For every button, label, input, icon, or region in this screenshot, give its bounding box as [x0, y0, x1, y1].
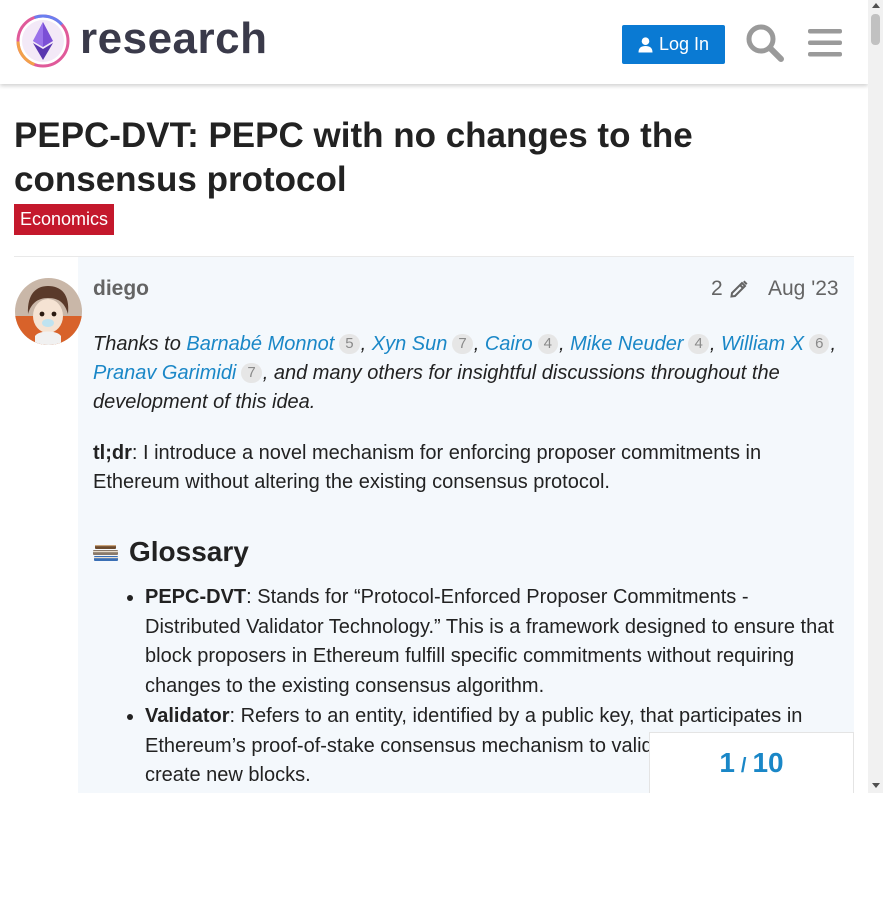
post-username[interactable]: diego — [93, 277, 149, 301]
mention-link[interactable]: Barnabé Monnot — [186, 333, 334, 355]
glossary-heading: Glossary — [93, 535, 843, 569]
search-button[interactable] — [743, 21, 787, 65]
mention-link[interactable]: Pranav Garimidi — [93, 362, 236, 384]
login-button[interactable]: Log In — [622, 25, 725, 64]
page-viewport: research Log In PEPC-DVT: PEPC with no c… — [0, 0, 868, 793]
progress-total: 10 — [752, 747, 784, 778]
mention-count-badge: 4 — [537, 334, 558, 354]
mention-count-badge: 7 — [452, 334, 473, 354]
glossary-term: PEPC-DVT — [145, 586, 247, 608]
edit-history-button[interactable]: 2 — [711, 277, 749, 301]
mention-count-badge: 6 — [809, 334, 830, 354]
hamburger-menu-icon — [808, 29, 842, 57]
tldr-label: tl;dr — [93, 442, 132, 464]
blank-area — [0, 793, 883, 900]
glossary-definition: : Stands for “Protocol-Enforced Proposer… — [145, 586, 834, 697]
progress-current: 1 — [719, 747, 735, 778]
mention-count-badge: 5 — [339, 334, 360, 354]
avatar[interactable] — [15, 278, 82, 345]
post-body: Thanks to Barnabé Monnot 5, Xyn Sun 7, Cai… — [93, 330, 843, 792]
mention-link[interactable]: Xyn Sun — [372, 333, 448, 355]
site-header: research Log In — [0, 0, 868, 84]
tldr-paragraph: tl;dr: I introduce a novel mechanism for… — [93, 439, 843, 497]
acknowledgements: Thanks to Barnabé Monnot 5, Xyn Sun 7, Cai… — [93, 333, 837, 413]
pencil-icon — [730, 280, 748, 298]
hamburger-menu-button[interactable] — [803, 21, 847, 65]
tldr-text: : I introduce a novel mechanism for enfo… — [93, 442, 762, 493]
scroll-thumb[interactable] — [871, 14, 880, 45]
edit-count: 2 — [711, 277, 723, 300]
avatar-image — [15, 278, 82, 345]
user-icon — [638, 36, 653, 52]
login-label: Log In — [658, 34, 710, 54]
search-icon — [746, 24, 784, 62]
mention-link[interactable]: William X — [721, 333, 804, 355]
glossary-title: Glossary — [129, 536, 249, 567]
mention-count-badge: 7 — [241, 363, 262, 383]
mention-link[interactable]: Mike Neuder — [570, 333, 683, 355]
progress-separator: / — [740, 754, 747, 777]
logo-text: research — [80, 14, 268, 63]
vertical-scrollbar[interactable] — [868, 0, 883, 793]
scroll-up-arrow[interactable] — [872, 3, 880, 8]
thanks-prefix: Thanks to — [93, 333, 187, 355]
books-icon — [93, 545, 118, 561]
topic-title[interactable]: PEPC-DVT: PEPC with no changes to the co… — [14, 114, 814, 202]
category-badge[interactable]: Economics — [14, 204, 115, 235]
mention-count-badge: 4 — [688, 334, 709, 354]
glossary-item: PEPC-DVT: Stands for “Protocol-Enforced … — [145, 583, 843, 701]
scroll-down-arrow[interactable] — [872, 783, 880, 788]
site-logo[interactable]: research — [16, 14, 267, 68]
post-date[interactable]: Aug '23 — [768, 277, 839, 301]
logo-icon — [16, 14, 70, 68]
mention-link[interactable]: Cairo — [485, 333, 533, 355]
topic-progress[interactable]: 1 / 10 — [649, 732, 854, 793]
glossary-term: Validator — [145, 705, 230, 727]
